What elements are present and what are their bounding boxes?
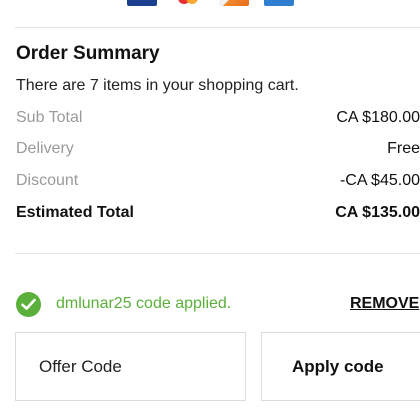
mastercard-icon: [173, 0, 203, 6]
promo-applied-text: dmlunar25 code applied.: [56, 295, 232, 312]
estimated-total-row: Estimated Total CA $135.00: [16, 204, 420, 226]
discover-card-icon: [219, 0, 249, 6]
offer-code-input[interactable]: [16, 333, 245, 400]
offer-code-field[interactable]: [15, 332, 246, 401]
discount-row: Discount -CA $45.00: [16, 172, 420, 194]
apply-code-button[interactable]: Apply code: [261, 332, 420, 401]
discount-value: -CA $45.00: [339, 172, 420, 189]
estimated-total-value: CA $135.00: [335, 204, 420, 221]
order-summary-panel: Order Summary There are 7 items in your …: [0, 0, 420, 420]
cart-item-count: There are 7 items in your shopping cart.: [16, 77, 299, 94]
order-summary-title: Order Summary: [16, 43, 160, 64]
amex-card-icon: [264, 0, 294, 6]
promo-applied-notice: dmlunar25 code applied. REMOVE: [16, 292, 420, 318]
check-circle-icon: [16, 292, 41, 317]
divider: [15, 253, 420, 254]
divider: [15, 27, 420, 28]
subtotal-row: Sub Total CA $180.00: [16, 109, 420, 131]
subtotal-label: Sub Total: [16, 109, 83, 126]
delivery-row: Delivery Free: [16, 140, 420, 162]
remove-promo-link[interactable]: REMOVE: [350, 295, 419, 313]
estimated-total-label: Estimated Total: [16, 204, 134, 221]
delivery-value: Free: [387, 140, 420, 157]
subtotal-value: CA $180.00: [336, 109, 420, 126]
discount-label: Discount: [16, 172, 79, 189]
visa-card-icon: [127, 0, 157, 6]
delivery-label: Delivery: [16, 140, 74, 157]
